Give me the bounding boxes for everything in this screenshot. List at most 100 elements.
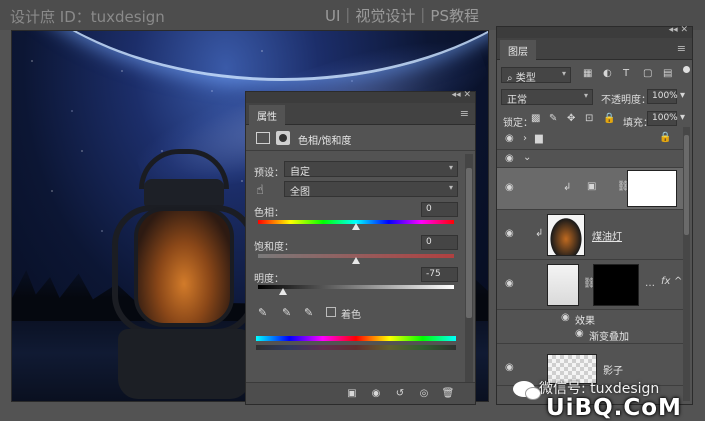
layer-name[interactable]: 煤油灯 xyxy=(592,228,622,243)
effects-label: 效果 xyxy=(575,316,595,327)
fx-icon[interactable]: fx xyxy=(661,276,670,287)
colorize-label: 着色 xyxy=(341,310,361,321)
eye-icon[interactable]: ◉ xyxy=(505,278,514,289)
folder-icon: ▆ xyxy=(535,133,543,144)
visibility-icon[interactable]: ◎ xyxy=(416,386,432,402)
collapse-icon[interactable]: ◂◂ ✕ xyxy=(452,90,471,100)
layer-row-lantern[interactable]: ◉ ↲ 煤油灯 xyxy=(497,210,683,260)
eye-icon[interactable]: ◉ xyxy=(505,362,514,373)
eye-icon[interactable]: ◉ xyxy=(505,153,514,164)
adjustment-layer-icon[interactable] xyxy=(256,132,270,144)
more-icon: … xyxy=(645,278,655,289)
layer-group-row[interactable]: ◉ › ▆ 🔒 xyxy=(497,128,683,150)
opacity-label: 不透明度： xyxy=(601,95,651,106)
shape-filter-icon[interactable]: ▢ xyxy=(643,68,652,79)
panel-menu-icon[interactable]: ≡ xyxy=(460,107,469,120)
hue-input[interactable]: 0 xyxy=(421,202,458,217)
adjustment-layer-icon: ▣ xyxy=(587,181,597,192)
eyedropper-icon[interactable]: ✎ xyxy=(258,306,267,319)
lock-label: 锁定： xyxy=(503,118,533,129)
properties-scrollbar-knob[interactable] xyxy=(466,168,472,318)
layer-mask-thumbnail[interactable] xyxy=(627,170,677,207)
watermark-id: 设计庶 ID：tuxdesign xyxy=(10,8,165,26)
fill-input[interactable]: 100% xyxy=(647,111,678,126)
color-bar-output xyxy=(256,345,456,350)
lock-all-icon[interactable]: 🔒 xyxy=(603,113,615,124)
type-filter-icon[interactable]: T xyxy=(623,68,629,79)
wechat-icon xyxy=(513,381,541,400)
lock-transparency-icon[interactable]: ▩ xyxy=(531,113,540,124)
lightness-slider-track[interactable] xyxy=(258,285,454,289)
colorize-checkbox[interactable] xyxy=(326,307,336,317)
filter-kind-select[interactable]: ⌕ 类型 ▾ xyxy=(501,67,571,84)
tab-properties[interactable]: 属性 xyxy=(249,105,285,126)
layer-name[interactable]: 影子 xyxy=(603,362,623,377)
eye-icon[interactable]: ◉ xyxy=(561,312,570,323)
eye-icon[interactable]: ◉ xyxy=(575,328,584,339)
pixel-filter-icon[interactable]: ▦ xyxy=(583,68,592,79)
layer-mask-thumbnail[interactable] xyxy=(593,264,639,306)
adjustment-filter-icon[interactable]: ◐ xyxy=(603,68,612,79)
gradient-overlay-row[interactable]: ◉ 渐变叠加 xyxy=(497,326,683,344)
lock-pixels-icon[interactable]: ✎ xyxy=(549,113,557,124)
blend-mode-select[interactable]: 正常 ▾ xyxy=(501,89,593,106)
layers-scrollbar-knob[interactable] xyxy=(684,135,689,235)
watermark-site: UiBQ.CoM xyxy=(546,395,682,421)
channel-value: 全图 xyxy=(290,187,310,198)
layer-row-masked[interactable]: ◉ ⛓ … fx ^ xyxy=(497,260,683,310)
filter-toggle-icon[interactable] xyxy=(683,66,690,73)
chevron-down-icon[interactable]: ▾ xyxy=(680,90,685,101)
clip-to-layer-icon[interactable]: ▣ xyxy=(344,386,360,402)
adjustment-header: 色相/饱和度 xyxy=(246,125,475,151)
view-previous-icon[interactable]: ◉ xyxy=(368,386,384,402)
opacity-input[interactable]: 100% xyxy=(647,89,678,104)
lock-icon: 🔒 xyxy=(659,132,672,143)
effects-row[interactable]: ◉ 效果 xyxy=(497,310,683,327)
properties-tab-row: 属性 ≡ xyxy=(246,103,475,126)
mask-icon[interactable] xyxy=(276,131,290,145)
lightness-input[interactable]: -75 xyxy=(421,267,458,282)
gradient-overlay-label: 渐变叠加 xyxy=(589,332,629,343)
eyedropper-plus-icon[interactable]: ✎ xyxy=(282,306,291,319)
properties-panel-topbar[interactable]: ◂◂ ✕ xyxy=(246,90,475,103)
layers-tab-row: 图层 ≡ xyxy=(497,38,692,61)
preset-select[interactable]: 自定 ▾ xyxy=(284,161,458,178)
chevron-down-icon: ▾ xyxy=(561,69,566,78)
properties-footer: ▣ ◉ ↺ ◎ 🗑 xyxy=(246,382,475,404)
lock-artboard-icon[interactable]: ⊡ xyxy=(585,113,593,124)
layer-row-hue-saturation[interactable]: ◉ ↲ ▣ ⛓ xyxy=(497,168,683,210)
lock-position-icon[interactable]: ✥ xyxy=(567,113,575,124)
trash-icon[interactable]: 🗑 xyxy=(440,386,456,402)
tab-layers[interactable]: 图层 xyxy=(500,40,536,61)
preset-value: 自定 xyxy=(290,167,310,178)
adjustment-title: 色相/饱和度 xyxy=(298,136,352,147)
eye-icon[interactable]: ◉ xyxy=(505,182,514,193)
channel-select[interactable]: 全图 ▾ xyxy=(284,181,458,198)
preset-label: 预设： xyxy=(254,168,284,179)
blend-mode-value: 正常 xyxy=(507,95,527,106)
hue-slider-thumb[interactable] xyxy=(352,223,360,230)
saturation-slider-thumb[interactable] xyxy=(352,257,360,264)
saturation-label: 饱和度： xyxy=(254,242,294,253)
chevron-down-icon[interactable]: ▾ xyxy=(680,112,685,123)
layer-group-open-row[interactable]: ◉ ⌄ xyxy=(497,150,683,168)
eyedropper-minus-icon[interactable]: ✎ xyxy=(304,306,313,319)
lightness-slider-thumb[interactable] xyxy=(278,288,287,295)
eye-icon[interactable]: ◉ xyxy=(505,133,514,144)
panel-menu-icon[interactable]: ≡ xyxy=(677,42,686,55)
color-bar-input xyxy=(256,336,456,341)
chevron-down-icon[interactable]: ⌄ xyxy=(523,152,531,163)
smart-object-filter-icon[interactable]: ▤ xyxy=(663,68,672,79)
clipping-arrow-icon: ↲ xyxy=(563,182,572,193)
chevron-up-icon[interactable]: ^ xyxy=(674,276,682,287)
reset-icon[interactable]: ↺ xyxy=(392,386,408,402)
chevron-right-icon[interactable]: › xyxy=(523,133,527,144)
lantern-image xyxy=(104,149,264,401)
layers-scrollbar[interactable] xyxy=(683,127,690,401)
saturation-input[interactable]: 0 xyxy=(421,235,458,250)
collapse-icon[interactable]: ◂◂ ✕ xyxy=(669,25,688,35)
eye-icon[interactable]: ◉ xyxy=(505,228,514,239)
layers-panel-topbar[interactable]: ◂◂ ✕ xyxy=(497,25,692,38)
properties-scrollbar[interactable] xyxy=(465,154,473,390)
hand-target-icon[interactable]: ☝ xyxy=(256,183,264,198)
